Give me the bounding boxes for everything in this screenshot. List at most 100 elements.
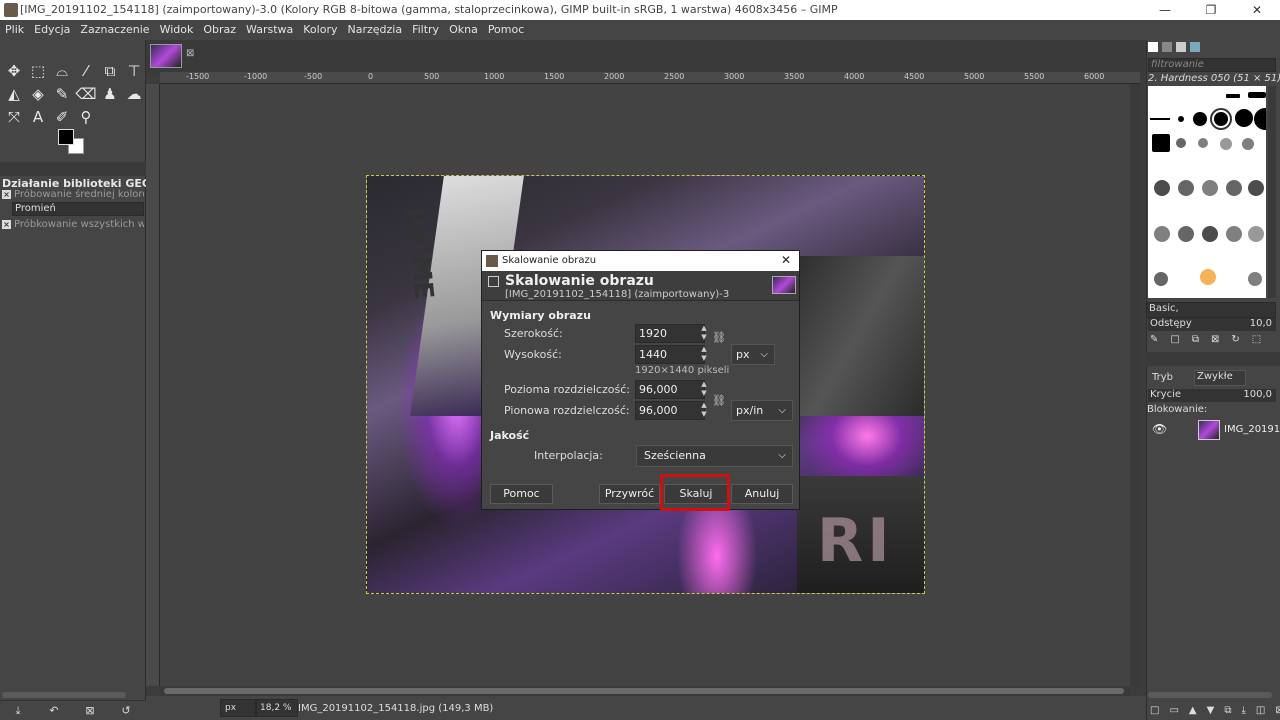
edit-brush-icon[interactable]: ✎ xyxy=(1150,334,1158,345)
image-tab-thumbnail[interactable] xyxy=(150,44,182,68)
mask-layer-icon[interactable]: ◫ xyxy=(1256,705,1265,716)
menu-widok[interactable]: Widok xyxy=(155,20,199,40)
chain-link-icon[interactable]: ⛓ xyxy=(712,394,726,407)
crop-tool-icon[interactable]: ⧉ xyxy=(98,60,122,82)
text-tool-icon[interactable]: A xyxy=(26,106,50,128)
save-options-icon[interactable]: ⤓ xyxy=(0,704,36,718)
menu-okna[interactable]: Okna xyxy=(444,20,483,40)
size-unit-dropdown[interactable]: px ⌵ xyxy=(731,344,775,365)
brushes-grid[interactable] xyxy=(1148,86,1266,298)
menu-narzedzia[interactable]: Narzędzia xyxy=(342,20,407,40)
zoom-tool-icon[interactable]: ⚲ xyxy=(74,106,98,128)
paths-tool-icon[interactable]: ⤧ xyxy=(2,106,26,128)
sample-merged-option[interactable]: ×Próbkowanie wszystkich warstw xyxy=(2,219,144,230)
close-window-button[interactable]: ✕ xyxy=(1234,0,1280,20)
radius-field[interactable]: Promień xyxy=(12,202,144,216)
new-brush-icon[interactable]: □ xyxy=(1170,334,1179,345)
cancel-button[interactable]: Anuluj xyxy=(731,484,793,504)
scroll-thumb[interactable] xyxy=(164,688,1124,694)
fg-bg-color-swatch[interactable] xyxy=(58,129,88,157)
brush-item[interactable] xyxy=(1202,180,1218,196)
brush-item[interactable] xyxy=(1154,226,1170,242)
rect-select-tool-icon[interactable]: ⬚ xyxy=(26,60,50,82)
images-tab-icon[interactable] xyxy=(1190,42,1200,52)
interpolation-dropdown[interactable]: Sześcienna ⌵ xyxy=(636,445,793,467)
brush-item[interactable] xyxy=(1226,226,1242,242)
lasso-tool-icon[interactable]: ⌓ xyxy=(50,60,74,82)
brush-item[interactable] xyxy=(1178,116,1184,122)
help-button[interactable]: Pomoc xyxy=(490,484,553,504)
maximize-button[interactable]: ❐ xyxy=(1188,0,1234,20)
move-tool-icon[interactable]: ✥ xyxy=(2,60,26,82)
layer-row[interactable]: 👁 IMG_20191 xyxy=(1146,420,1280,442)
brush-item[interactable] xyxy=(1202,226,1218,242)
chain-link-icon[interactable]: ⛓ xyxy=(712,331,726,344)
resolution-unit-dropdown[interactable]: px/in ⌵ xyxy=(731,400,793,421)
brush-item[interactable] xyxy=(1154,180,1170,196)
warp-tool-icon[interactable]: ◭ xyxy=(2,83,26,105)
brush-item[interactable] xyxy=(1150,118,1170,120)
menu-kolory[interactable]: Kolory xyxy=(298,20,342,40)
dialog-close-button[interactable]: ✕ xyxy=(781,253,791,267)
eye-icon[interactable]: 👁 xyxy=(1152,422,1167,436)
new-layer-icon[interactable]: □ xyxy=(1150,705,1159,716)
y-resolution-input[interactable]: 96,000 xyxy=(635,401,705,420)
checkbox-icon[interactable]: × xyxy=(2,190,11,199)
brushes-tab-icon[interactable] xyxy=(1148,42,1158,52)
spacing-slider[interactable]: Odstępy 10,0 xyxy=(1148,318,1276,331)
x-resolution-input[interactable]: 96,000 xyxy=(635,380,705,399)
menu-filtry[interactable]: Filtry xyxy=(407,20,444,40)
toolbox-scrollbar[interactable] xyxy=(2,692,126,698)
brush-export-icon[interactable]: ⬚ xyxy=(1252,334,1261,345)
brush-star[interactable] xyxy=(1152,134,1170,152)
menu-plik[interactable]: Plik xyxy=(0,20,29,40)
menu-edycja[interactable]: Edycja xyxy=(29,20,75,40)
reset-options-icon[interactable]: ↺ xyxy=(108,704,144,717)
duplicate-layer-icon[interactable]: ⧉ xyxy=(1224,705,1231,716)
clone-tool-icon[interactable]: ♟ xyxy=(98,83,122,105)
restore-options-icon[interactable]: ↶ xyxy=(36,704,72,717)
merge-layer-icon[interactable]: ⤓ xyxy=(1241,705,1245,716)
vertical-scrollbar[interactable] xyxy=(1130,84,1140,686)
brush-item[interactable] xyxy=(1235,109,1253,127)
unified-transform-tool-icon[interactable]: ⊤ xyxy=(122,60,146,82)
zoom-dropdown[interactable]: 18,2 % xyxy=(256,699,298,717)
layer-name[interactable]: IMG_20191 xyxy=(1224,424,1280,435)
fuzzy-select-tool-icon[interactable]: ⁄ xyxy=(74,60,98,82)
status-unit-dropdown[interactable]: px xyxy=(220,699,256,717)
sample-average-option[interactable]: × Próbowanie średniej kolorów xyxy=(2,189,144,200)
y-resolution-spinner-icon[interactable]: ▲ ▼ xyxy=(699,401,709,420)
opacity-slider[interactable]: Krycie 100,0 xyxy=(1148,389,1276,402)
brush-item[interactable] xyxy=(1226,94,1240,98)
brush-item[interactable] xyxy=(1248,180,1264,196)
raise-layer-icon[interactable]: ▲ xyxy=(1189,705,1197,716)
paintbrush-tool-icon[interactable]: ✎ xyxy=(50,83,74,105)
brush-item[interactable] xyxy=(1248,92,1266,98)
smudge-tool-icon[interactable]: ☁ xyxy=(122,83,146,105)
brush-item[interactable] xyxy=(1226,180,1242,196)
brush-preset-dropdown[interactable]: Basic, xyxy=(1146,302,1276,318)
brushes-scrollbar[interactable] xyxy=(1268,86,1276,298)
width-input[interactable]: 1920 xyxy=(635,324,705,343)
minimize-button[interactable]: — xyxy=(1142,0,1188,20)
menu-warstwa[interactable]: Warstwa xyxy=(241,20,298,40)
brush-item[interactable] xyxy=(1178,226,1194,242)
patterns-tab-icon[interactable] xyxy=(1162,42,1172,52)
color-picker-tool-icon[interactable]: ✐ xyxy=(50,106,74,128)
brush-item[interactable] xyxy=(1200,269,1216,285)
brush-item[interactable] xyxy=(1154,272,1168,286)
brush-item[interactable] xyxy=(1248,272,1262,286)
new-group-icon[interactable]: ▭ xyxy=(1169,705,1178,716)
layers-scrollbar[interactable] xyxy=(1148,692,1272,698)
tool-options-tab-header[interactable] xyxy=(0,162,146,176)
lower-layer-icon[interactable]: ▼ xyxy=(1207,705,1215,716)
menu-zaznaczenie[interactable]: Zaznaczenie xyxy=(75,20,154,40)
brush-item[interactable] xyxy=(1193,112,1207,126)
menu-pomoc[interactable]: Pomoc xyxy=(483,20,529,40)
duplicate-brush-icon[interactable]: ⧉ xyxy=(1192,334,1199,345)
reset-button[interactable]: Przywróć xyxy=(599,484,660,504)
refresh-brushes-icon[interactable]: ↻ xyxy=(1231,334,1239,345)
foreground-color[interactable] xyxy=(58,129,74,145)
image-tab-close-icon[interactable]: ⊠ xyxy=(186,48,194,59)
delete-options-icon[interactable]: ⊠ xyxy=(72,704,108,717)
